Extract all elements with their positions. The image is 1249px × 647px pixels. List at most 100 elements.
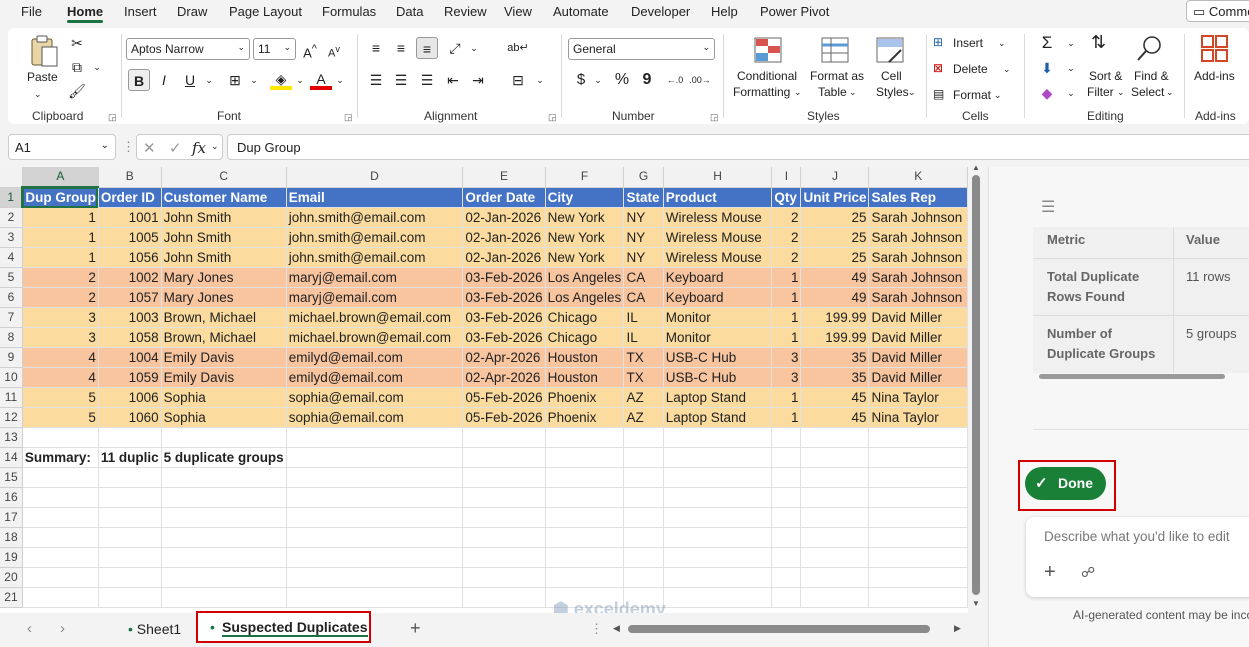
cell[interactable]: Emily Davis xyxy=(161,347,287,368)
cell[interactable]: sophia@email.com xyxy=(286,387,464,408)
delete-cells-button[interactable]: Delete xyxy=(953,61,988,77)
cell[interactable]: CA xyxy=(623,287,664,308)
tab-data[interactable]: Data xyxy=(396,4,423,19)
cell[interactable] xyxy=(22,467,99,488)
cell[interactable] xyxy=(868,467,968,488)
prev-sheet-icon[interactable]: ‹ xyxy=(27,620,32,637)
column-header-f[interactable]: F xyxy=(545,167,625,188)
autosum-icon[interactable]: Σ xyxy=(1036,32,1058,54)
cell[interactable] xyxy=(98,507,162,528)
cell[interactable]: 35 xyxy=(800,347,870,368)
font-size-select[interactable]: 11 ⌄ xyxy=(253,38,296,60)
cell[interactable]: Monitor xyxy=(663,327,773,348)
cell[interactable]: 02-Apr-2026 xyxy=(462,347,546,368)
header-cell[interactable]: Email xyxy=(286,187,464,208)
vertical-scrollbar[interactable]: ▲ ▼ xyxy=(968,163,985,613)
sheet-tab-sheet1[interactable]: • Sheet1 xyxy=(128,621,181,637)
cell[interactable]: USB-C Hub xyxy=(663,347,773,368)
header-cell[interactable]: Customer Name xyxy=(161,187,287,208)
cell[interactable] xyxy=(545,447,625,468)
scroll-left-icon[interactable]: ◀ xyxy=(613,623,620,634)
cell[interactable] xyxy=(771,567,802,588)
cell[interactable] xyxy=(286,567,464,588)
cell[interactable]: 02-Apr-2026 xyxy=(462,367,546,388)
cell[interactable]: Sarah Johnson xyxy=(868,227,968,248)
cell[interactable]: 5 xyxy=(22,387,99,408)
cell[interactable]: John Smith xyxy=(161,207,287,228)
italic-button[interactable]: I xyxy=(153,69,175,91)
increase-font-icon[interactable]: A^ xyxy=(299,38,321,60)
cell[interactable] xyxy=(623,447,664,468)
align-center-icon[interactable]: ☰ xyxy=(390,69,412,91)
column-header-c[interactable]: C xyxy=(161,167,287,188)
cell[interactable]: Keyboard xyxy=(663,267,773,288)
cell[interactable] xyxy=(623,467,664,488)
merge-center-icon[interactable]: ⊟ xyxy=(507,69,529,91)
copy-icon[interactable]: ⧉ xyxy=(66,56,88,78)
tab-formulas[interactable]: Formulas xyxy=(322,4,376,19)
cell[interactable]: 02-Jan-2026 xyxy=(462,207,546,228)
clear-icon[interactable]: ◆ xyxy=(1036,82,1058,104)
cell[interactable]: 4 xyxy=(22,347,99,368)
row-header[interactable]: 10 xyxy=(0,367,23,388)
cell[interactable] xyxy=(545,487,625,508)
cell[interactable]: Nina Taylor xyxy=(868,407,968,428)
currency-dropdown-icon[interactable]: ⌄ xyxy=(587,69,609,91)
cell[interactable]: Laptop Stand xyxy=(663,407,773,428)
tab-file[interactable]: File xyxy=(21,4,42,19)
cell[interactable]: Monitor xyxy=(663,307,773,328)
cell[interactable]: David Miller xyxy=(868,327,968,348)
header-cell[interactable]: City xyxy=(545,187,625,208)
cell[interactable]: john.smith@email.com xyxy=(286,227,464,248)
cell[interactable] xyxy=(22,587,99,608)
cell[interactable]: 25 xyxy=(800,247,870,268)
column-header-b[interactable]: B xyxy=(98,167,162,188)
cell[interactable] xyxy=(462,507,546,528)
cell[interactable]: IL xyxy=(623,307,664,328)
cell[interactable]: NY xyxy=(623,247,664,268)
cell-styles-label-2[interactable]: Styles xyxy=(876,84,909,100)
cell[interactable] xyxy=(462,547,546,568)
find-select-label-1[interactable]: Find & xyxy=(1134,68,1169,84)
header-cell[interactable]: Product xyxy=(663,187,773,208)
summary-label[interactable]: Summary: xyxy=(22,447,99,468)
cell[interactable]: 1059 xyxy=(98,367,162,388)
row-header[interactable]: 8 xyxy=(0,327,23,348)
chevron-down-icon[interactable]: ⌄ xyxy=(1003,61,1011,77)
cell[interactable] xyxy=(286,507,464,528)
number-launcher-icon[interactable]: ◲ xyxy=(710,112,719,123)
horizontal-scroll-thumb[interactable] xyxy=(628,625,930,633)
select-all-corner[interactable] xyxy=(0,167,23,188)
cell[interactable]: 3 xyxy=(22,327,99,348)
row-header[interactable]: 18 xyxy=(0,527,23,548)
cell[interactable] xyxy=(98,587,162,608)
cell[interactable]: 1057 xyxy=(98,287,162,308)
delete-cells-icon[interactable]: ⊠ xyxy=(933,60,943,76)
tab-draw[interactable]: Draw xyxy=(177,4,207,19)
cell[interactable]: Wireless Mouse xyxy=(663,247,773,268)
cell[interactable]: Sarah Johnson xyxy=(868,287,968,308)
cell[interactable] xyxy=(22,427,99,448)
cell[interactable] xyxy=(800,547,870,568)
cell[interactable] xyxy=(286,447,464,468)
column-header-d[interactable]: D xyxy=(286,167,464,188)
header-cell[interactable]: State xyxy=(623,187,664,208)
chevron-down-icon[interactable]: ⌄ xyxy=(908,84,916,100)
cell[interactable]: Sophia xyxy=(161,407,287,428)
cell[interactable]: AZ xyxy=(623,387,664,408)
decrease-font-icon[interactable]: Av xyxy=(323,38,345,60)
name-box[interactable]: A1 ⌄ xyxy=(8,134,116,160)
cell[interactable]: David Miller xyxy=(868,307,968,328)
column-header-j[interactable]: J xyxy=(800,167,870,188)
menu-icon[interactable]: ☰ xyxy=(1041,197,1055,217)
row-header[interactable]: 2 xyxy=(0,207,23,228)
cell[interactable] xyxy=(98,567,162,588)
cell[interactable]: emilyd@email.com xyxy=(286,347,464,368)
cell[interactable]: 199.99 xyxy=(800,327,870,348)
cell[interactable]: TX xyxy=(623,347,664,368)
cell[interactable] xyxy=(545,507,625,528)
cell[interactable]: michael.brown@email.com xyxy=(286,327,464,348)
cell[interactable]: CA xyxy=(623,267,664,288)
row-header[interactable]: 5 xyxy=(0,267,23,288)
cell[interactable] xyxy=(286,427,464,448)
